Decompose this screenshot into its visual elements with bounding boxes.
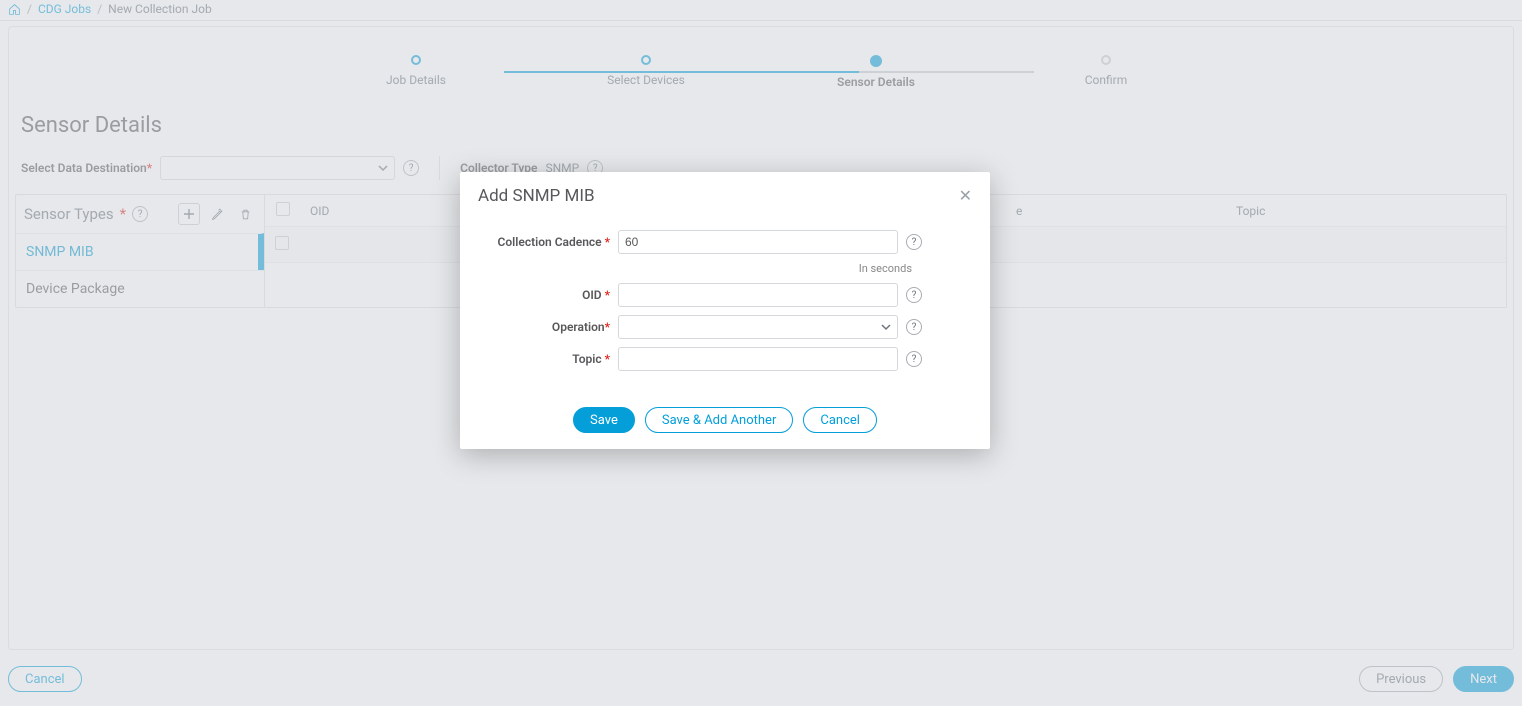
oid-input[interactable] (618, 283, 898, 307)
close-icon[interactable]: ✕ (959, 188, 972, 204)
modal-cancel-button[interactable]: Cancel (803, 407, 877, 433)
add-snmp-mib-modal: Add SNMP MIB ✕ Collection Cadence * ? In… (460, 172, 990, 449)
topic-label: Topic * (470, 352, 610, 366)
save-add-another-button[interactable]: Save & Add Another (645, 407, 794, 433)
cadence-input[interactable] (618, 230, 898, 254)
save-button[interactable]: Save (573, 407, 635, 433)
operation-label: Operation* (470, 320, 610, 334)
help-icon[interactable]: ? (906, 287, 922, 303)
modal-title: Add SNMP MIB (478, 186, 595, 206)
operation-select[interactable] (618, 315, 898, 339)
help-icon[interactable]: ? (906, 319, 922, 335)
oid-label: OID * (470, 288, 610, 302)
cadence-hint: In seconds (470, 262, 912, 275)
help-icon[interactable]: ? (906, 234, 922, 250)
cadence-label: Collection Cadence * (470, 235, 610, 249)
topic-input[interactable] (618, 347, 898, 371)
help-icon[interactable]: ? (906, 351, 922, 367)
